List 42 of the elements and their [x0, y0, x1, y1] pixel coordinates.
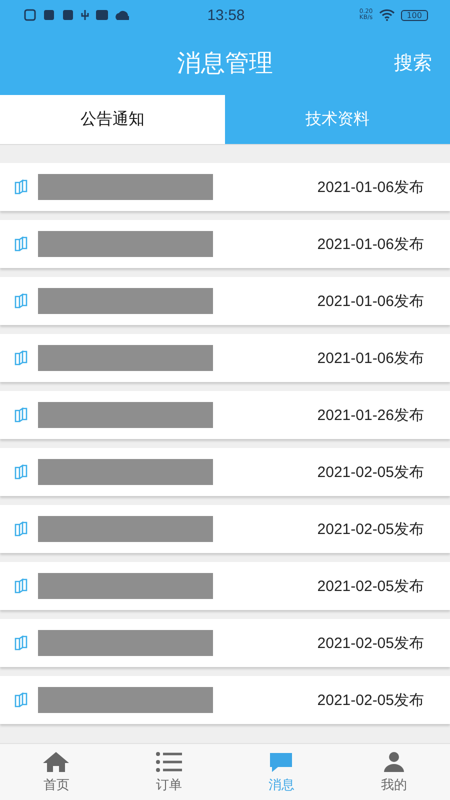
- book-icon: [14, 350, 30, 366]
- list-row[interactable]: 2021-02-05发布: [0, 448, 450, 496]
- battery-indicator: 100: [400, 10, 428, 20]
- book-icon: [14, 179, 30, 195]
- list-row[interactable]: 2021-02-05发布: [0, 562, 450, 610]
- book-icon: [14, 692, 30, 708]
- publish-date: 2021-01-06发布: [317, 234, 424, 254]
- page-title: 消息管理: [177, 48, 273, 78]
- book-icon: [14, 464, 30, 480]
- wifi-icon: [378, 9, 395, 21]
- nav-tab[interactable]: 我的: [338, 744, 450, 800]
- list-row[interactable]: 2021-02-05发布: [0, 619, 450, 667]
- publish-date: 2021-02-05发布: [317, 462, 424, 482]
- list-icon: [154, 750, 183, 772]
- list-row[interactable]: 2021-01-06发布: [0, 334, 450, 382]
- nav-tab[interactable]: 首页: [0, 744, 112, 800]
- publish-date: 2021-01-06发布: [317, 292, 424, 310]
- usb-icon: [81, 9, 89, 21]
- book-icon: [14, 635, 30, 651]
- book-icon: [14, 578, 30, 594]
- list-row[interactable]: 2021-01-06发布: [0, 220, 450, 268]
- home-icon: [42, 750, 70, 772]
- publish-date: 2021-02-05发布: [317, 690, 424, 710]
- publish-date: 2021-02-05发布: [317, 634, 424, 652]
- tab[interactable]: 公告通知: [0, 95, 225, 145]
- book-icon: [14, 236, 30, 252]
- book-icon: [14, 521, 30, 537]
- publish-date: 2021-01-06发布: [317, 348, 424, 368]
- list-row[interactable]: 2021-01-26发布: [0, 391, 450, 439]
- publish-date: 2021-01-06发布: [317, 178, 424, 196]
- publish-date: 2021-01-26发布: [317, 406, 424, 424]
- status-time: 13:58: [207, 6, 245, 24]
- list-row[interactable]: 2021-02-05发布: [0, 676, 450, 724]
- publish-date: 2021-02-05发布: [317, 520, 424, 538]
- list-row[interactable]: 2021-02-05发布: [0, 505, 450, 553]
- publish-date: 2021-02-05发布: [317, 576, 424, 596]
- nav-tab[interactable]: 订单: [112, 744, 225, 800]
- list-row[interactable]: 2021-01-06发布: [0, 163, 450, 211]
- cloud-icon: [115, 9, 129, 21]
- book-icon: [14, 407, 30, 423]
- book-icon: [14, 293, 30, 309]
- list-row[interactable]: 2021-01-06发布: [0, 277, 450, 325]
